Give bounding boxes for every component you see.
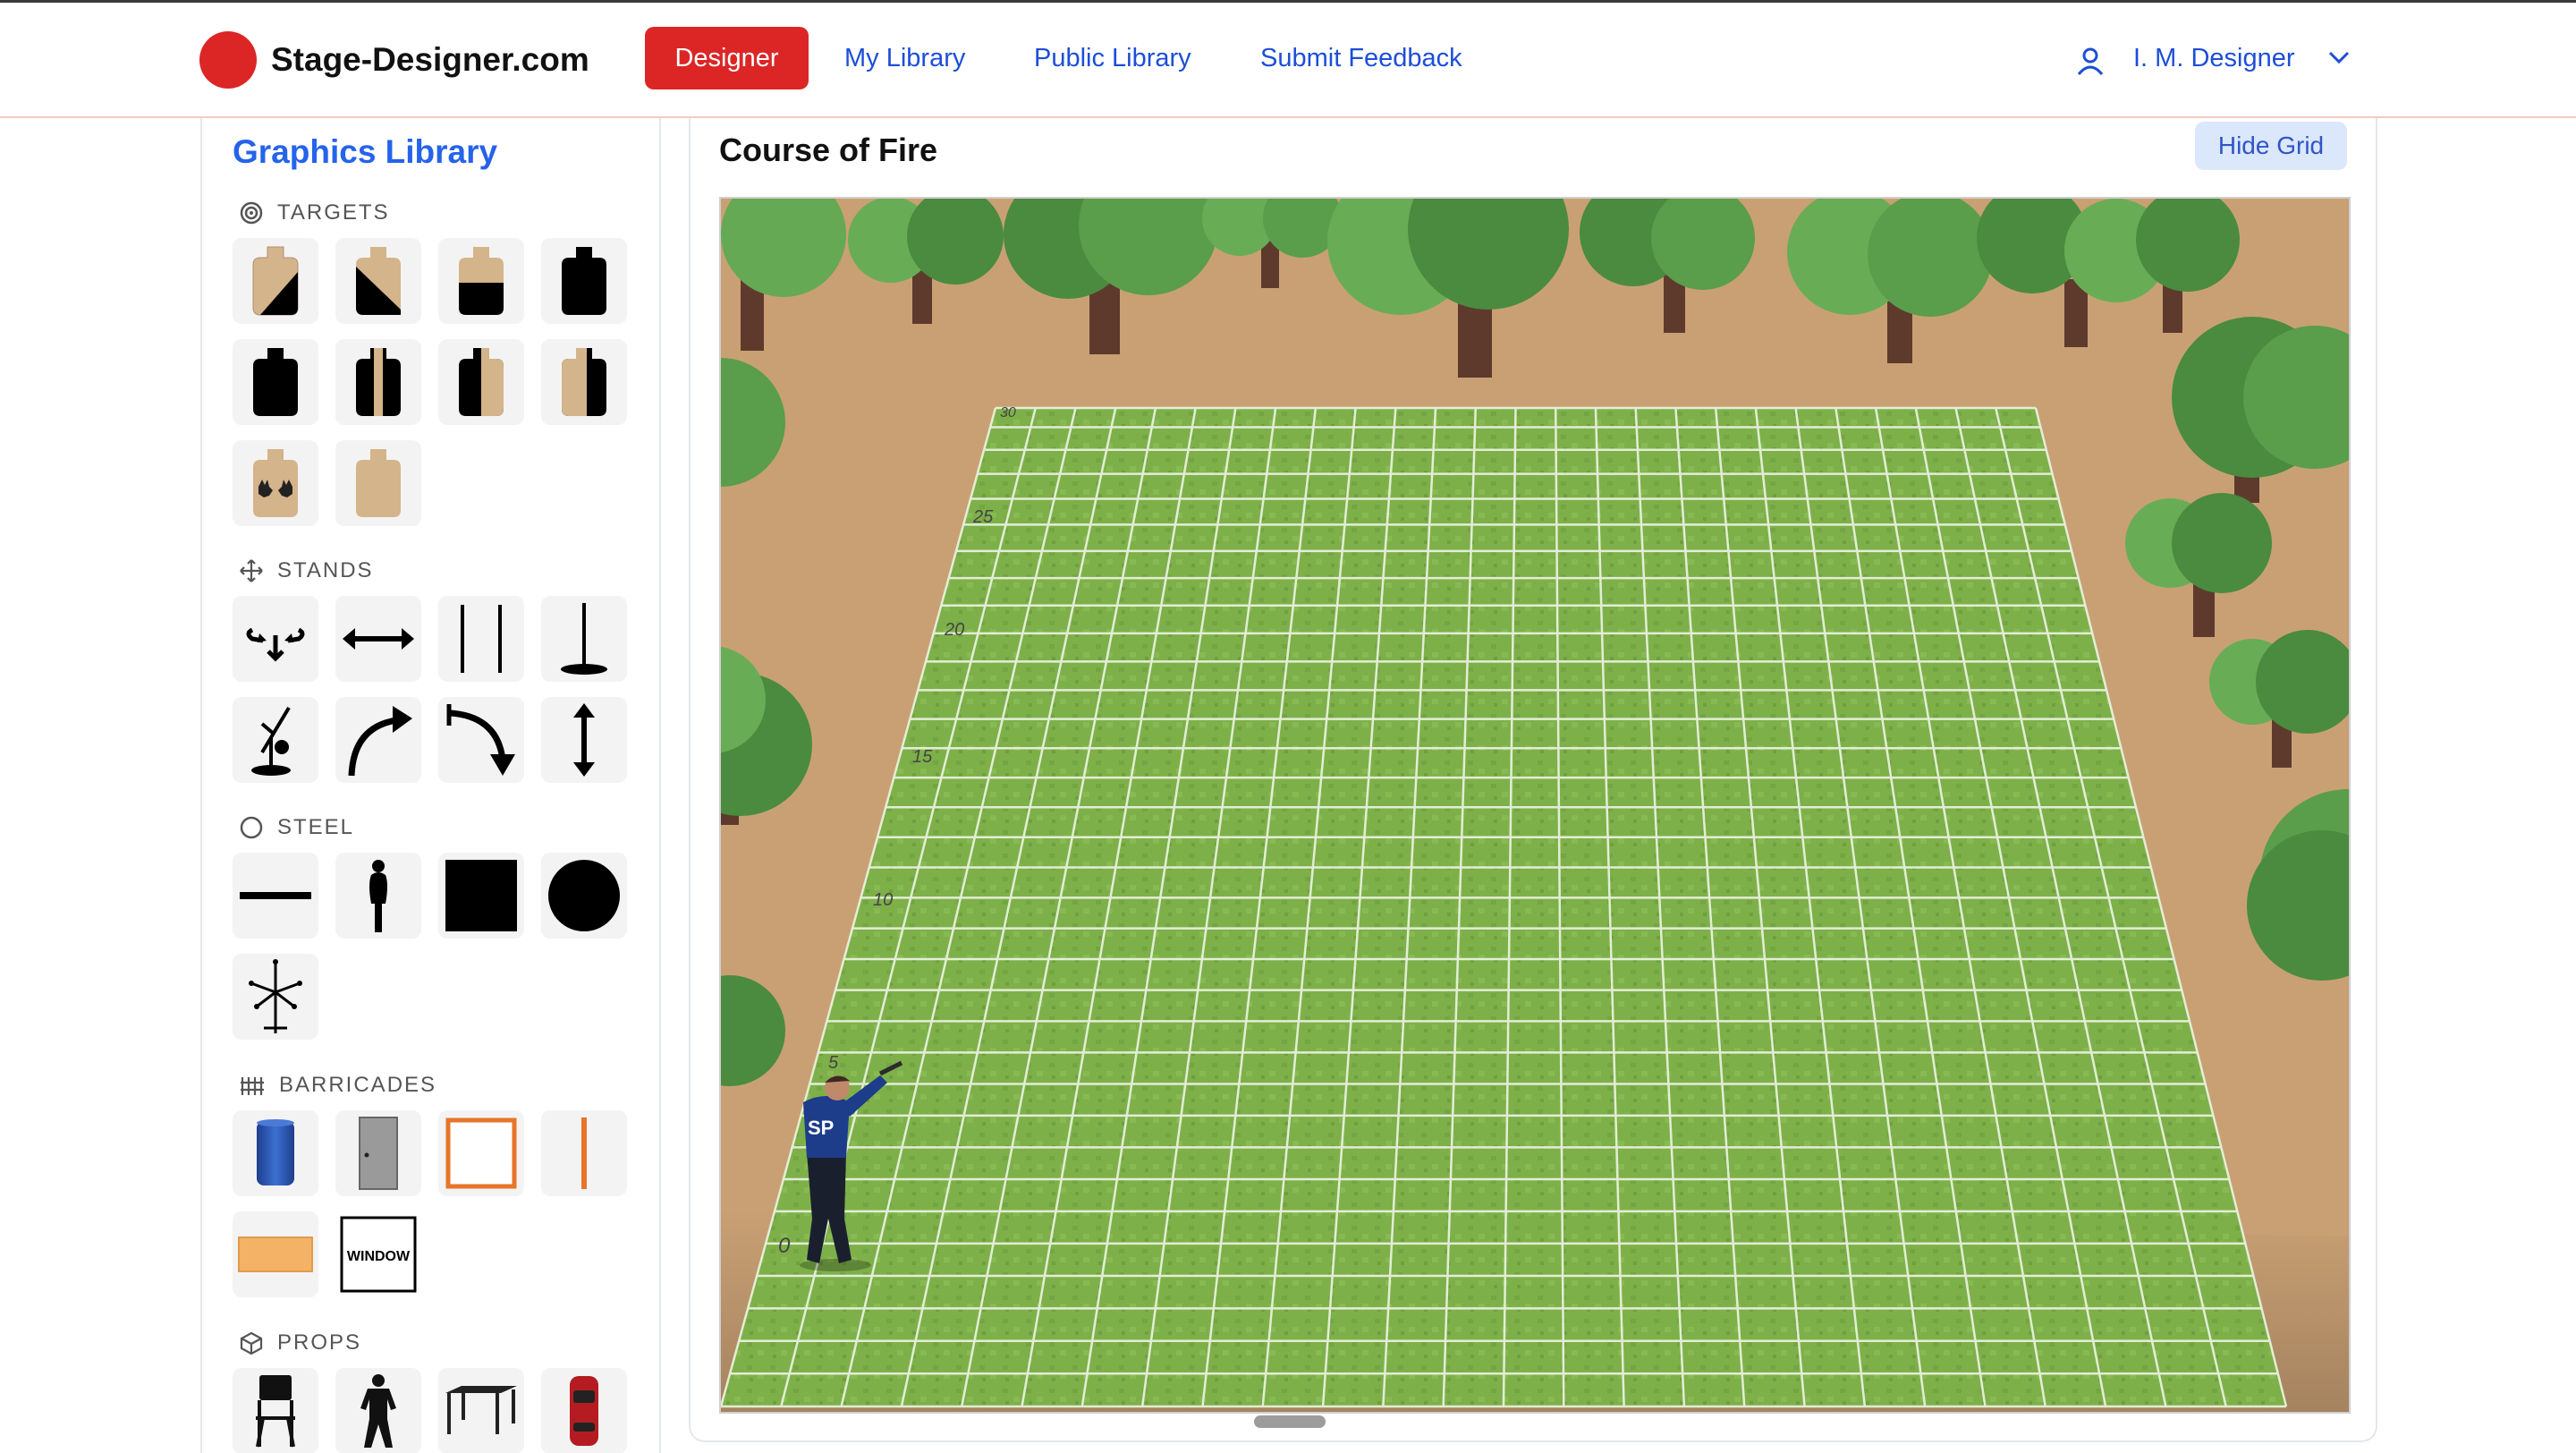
graphics-library-title: Graphics Library [233, 133, 498, 170]
popper-stand-icon[interactable] [233, 697, 318, 783]
shooter-badge: SP [808, 1117, 834, 1139]
user-menu-name[interactable]: I. M. Designer [2133, 27, 2295, 89]
chair-icon[interactable] [233, 1368, 318, 1453]
plywood-wall-icon[interactable] [233, 1211, 318, 1297]
hide-grid-button[interactable]: Hide Grid [2195, 122, 2347, 170]
box-icon [240, 1331, 263, 1355]
target-icon [240, 201, 263, 225]
target-black-full-icon[interactable] [233, 339, 318, 425]
nav-submit-feedback-link[interactable]: Submit Feedback [1260, 27, 1462, 89]
user-icon[interactable] [2075, 46, 2106, 76]
circle-icon [240, 816, 263, 839]
turn-right-stand-icon[interactable] [335, 697, 421, 783]
graphics-library-sidebar: Graphics Library TARGETS STANDS STEEL BA… [200, 118, 661, 1453]
distance-label-15: 15 [912, 747, 933, 767]
move-icon [240, 559, 263, 582]
door-icon[interactable] [335, 1110, 421, 1196]
steel-circle-icon[interactable] [541, 853, 627, 939]
distance-label-30: 30 [1000, 405, 1016, 421]
steel-heading: STEEL [277, 815, 355, 839]
steel-bar-icon[interactable] [233, 853, 318, 939]
targets-heading: TARGETS [277, 200, 390, 225]
target-diagonal-left-icon[interactable] [233, 238, 318, 324]
barricades-heading: BARRICADES [279, 1073, 437, 1097]
wall-post-icon[interactable] [541, 1110, 627, 1196]
pedestal-stand-icon[interactable] [541, 596, 627, 682]
posts-stand-icon[interactable] [438, 596, 524, 682]
top-nav-bar: Stage-Designer.com Designer My Library P… [0, 3, 2576, 118]
turn-left-stand-icon[interactable] [438, 697, 524, 783]
target-left-half-icon[interactable] [438, 339, 524, 425]
distance-label-5: 5 [828, 1053, 839, 1073]
person-silhouette-icon[interactable] [335, 1368, 421, 1453]
target-right-strip-icon[interactable] [541, 339, 627, 425]
target-bottom-half-icon[interactable] [438, 238, 524, 324]
logo-icon[interactable] [199, 31, 257, 89]
nav-public-library-link[interactable]: Public Library [1034, 27, 1191, 89]
course-of-fire-title: Course of Fire [719, 132, 938, 168]
chevron-down-icon[interactable] [2327, 49, 2351, 65]
barrel-icon[interactable] [233, 1110, 318, 1196]
props-heading: PROPS [277, 1330, 362, 1355]
nav-my-library-link[interactable]: My Library [844, 27, 965, 89]
resize-handle[interactable] [1254, 1415, 1326, 1428]
distance-label-25: 25 [972, 507, 994, 527]
fence-icon [241, 1077, 264, 1095]
distance-label-20: 20 [944, 620, 964, 640]
swinger-stand-icon[interactable] [233, 596, 318, 682]
steel-tree-icon[interactable] [233, 954, 318, 1040]
distance-label-0: 0 [778, 1234, 791, 1258]
window-barricade-icon[interactable]: WINDOW [335, 1211, 421, 1297]
car-icon[interactable] [541, 1368, 627, 1453]
nav-designer-button[interactable]: Designer [645, 27, 809, 89]
window-label: WINDOW [347, 1249, 411, 1264]
stage-scene: 0 5 10 15 20 25 30 SP [721, 199, 2349, 1412]
target-plain-icon[interactable] [335, 440, 421, 526]
steel-square-icon[interactable] [438, 853, 524, 939]
target-black-icon[interactable] [541, 238, 627, 324]
table-icon[interactable] [438, 1368, 524, 1453]
shooting-bay-grid: 0 5 10 15 20 25 30 [721, 405, 2288, 1408]
target-diagonal-right-icon[interactable] [335, 238, 421, 324]
steel-popper-icon[interactable] [335, 853, 421, 939]
stands-heading: STANDS [277, 558, 374, 582]
stage-canvas[interactable]: 0 5 10 15 20 25 30 SP [719, 197, 2351, 1414]
target-hands-icon[interactable] [233, 440, 318, 526]
brand-name[interactable]: Stage-Designer.com [271, 38, 589, 81]
target-center-strip-icon[interactable] [335, 339, 421, 425]
wall-frame-icon[interactable] [438, 1110, 524, 1196]
slider-stand-icon[interactable] [335, 596, 421, 682]
distance-label-10: 10 [873, 890, 893, 910]
course-of-fire-panel: Course of Fire Hide Grid 0 5 10 15 20 25… [689, 118, 2377, 1442]
vertical-stand-icon[interactable] [541, 697, 627, 783]
